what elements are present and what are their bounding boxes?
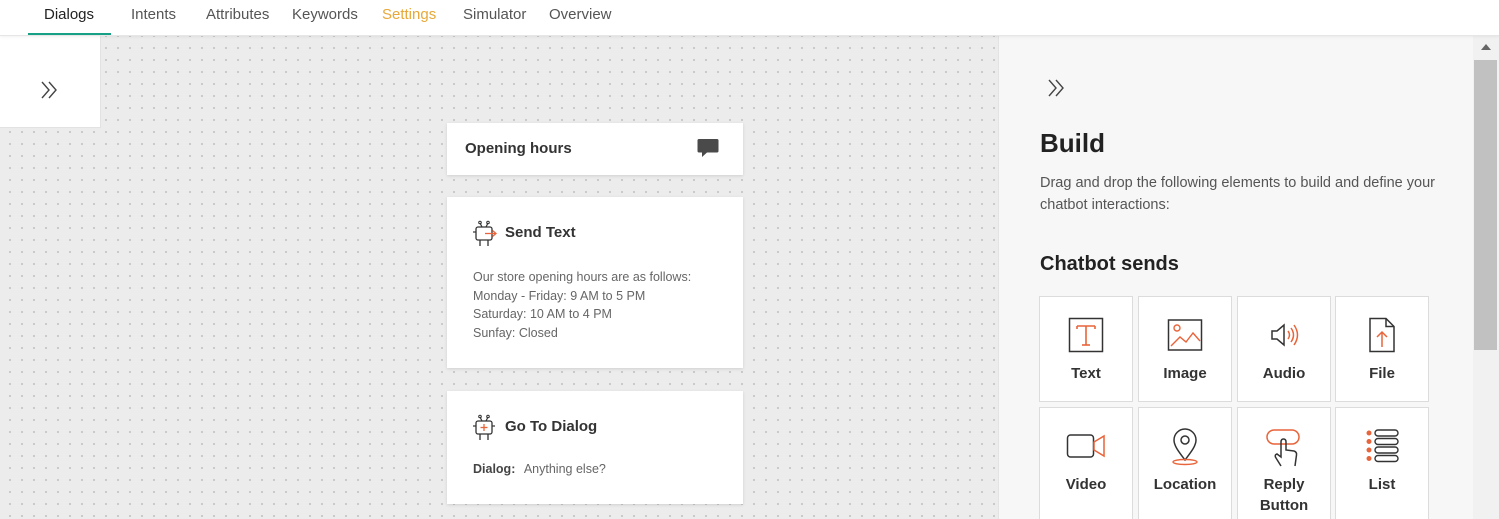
element-label: Reply Button bbox=[1259, 476, 1309, 514]
text-icon bbox=[1068, 317, 1104, 353]
double-chevron-right-icon bbox=[41, 81, 57, 99]
send-text-title: Send Text bbox=[505, 224, 576, 241]
element-video[interactable]: Video bbox=[1039, 407, 1133, 519]
element-image[interactable]: Image bbox=[1138, 296, 1232, 402]
chat-bubble-icon bbox=[697, 139, 719, 157]
element-label: Image bbox=[1163, 365, 1207, 382]
video-icon bbox=[1066, 434, 1105, 458]
go-to-dialog-target: Dialog: Anything else? bbox=[473, 460, 606, 479]
message-line: Sunfay: Closed bbox=[473, 325, 558, 340]
tab-intents[interactable]: Intents bbox=[131, 0, 176, 36]
tab-keywords[interactable]: Keywords bbox=[292, 0, 358, 36]
list-icon bbox=[1366, 429, 1399, 463]
tab-overview[interactable]: Overview bbox=[549, 0, 612, 36]
expand-sidebar-button[interactable] bbox=[0, 36, 101, 128]
section-title: Chatbot sends bbox=[1040, 253, 1179, 275]
dialog-value: Anything else? bbox=[523, 462, 606, 476]
active-tab-indicator bbox=[28, 33, 111, 35]
panel-title: Build bbox=[1040, 128, 1105, 158]
dialog-title: Opening hours bbox=[465, 140, 572, 157]
tab-settings[interactable]: Settings bbox=[382, 0, 436, 36]
element-file[interactable]: File bbox=[1335, 296, 1429, 402]
go-to-dialog-title: Go To Dialog bbox=[505, 418, 598, 435]
top-navigation: Dialogs Intents Attributes Keywords Sett… bbox=[0, 0, 1499, 36]
message-line: Our store opening hours are as follows: bbox=[473, 270, 692, 284]
file-icon bbox=[1369, 317, 1395, 353]
go-to-dialog-card[interactable]: Go To Dialog Dialog: Anything else? bbox=[447, 391, 743, 504]
element-label: Audio bbox=[1262, 365, 1306, 382]
image-icon bbox=[1167, 319, 1203, 351]
audio-icon bbox=[1271, 323, 1299, 347]
element-location[interactable]: Location bbox=[1138, 407, 1232, 519]
scrollbar-thumb[interactable] bbox=[1474, 60, 1497, 350]
dialog-label: Dialog: bbox=[473, 462, 516, 476]
robot-plus-icon bbox=[473, 414, 495, 440]
element-audio[interactable]: Audio bbox=[1237, 296, 1331, 402]
robot-send-icon bbox=[473, 220, 497, 246]
collapse-panel-icon[interactable] bbox=[1047, 79, 1067, 97]
element-label: Video bbox=[1065, 476, 1107, 493]
scroll-up-arrow-icon[interactable] bbox=[1481, 44, 1491, 50]
element-label: List bbox=[1368, 476, 1396, 493]
send-text-message: Our store opening hours are as follows: … bbox=[473, 268, 691, 342]
location-icon bbox=[1172, 428, 1198, 466]
panel-description: Drag and drop the following elements to … bbox=[1040, 175, 1435, 213]
dialog-title-card[interactable]: Opening hours bbox=[447, 123, 743, 175]
message-line: Saturday: 10 AM to 4 PM bbox=[473, 307, 612, 321]
tab-dialogs[interactable]: Dialogs bbox=[44, 0, 94, 36]
element-list[interactable]: List bbox=[1335, 407, 1429, 519]
tab-attributes[interactable]: Attributes bbox=[206, 0, 269, 36]
element-label: Text bbox=[1071, 365, 1101, 382]
element-label: Location bbox=[1153, 476, 1217, 493]
element-reply-button[interactable]: Reply Button bbox=[1237, 407, 1331, 519]
tab-simulator[interactable]: Simulator bbox=[463, 0, 526, 36]
send-text-card[interactable]: Send Text Our store opening hours are as… bbox=[447, 197, 743, 368]
element-label: File bbox=[1369, 365, 1395, 382]
panel-scrollbar[interactable] bbox=[1473, 36, 1499, 519]
element-text[interactable]: Text bbox=[1039, 296, 1133, 402]
reply-button-icon bbox=[1266, 429, 1300, 467]
message-line: Monday - Friday: 9 AM to 5 PM bbox=[473, 288, 646, 303]
